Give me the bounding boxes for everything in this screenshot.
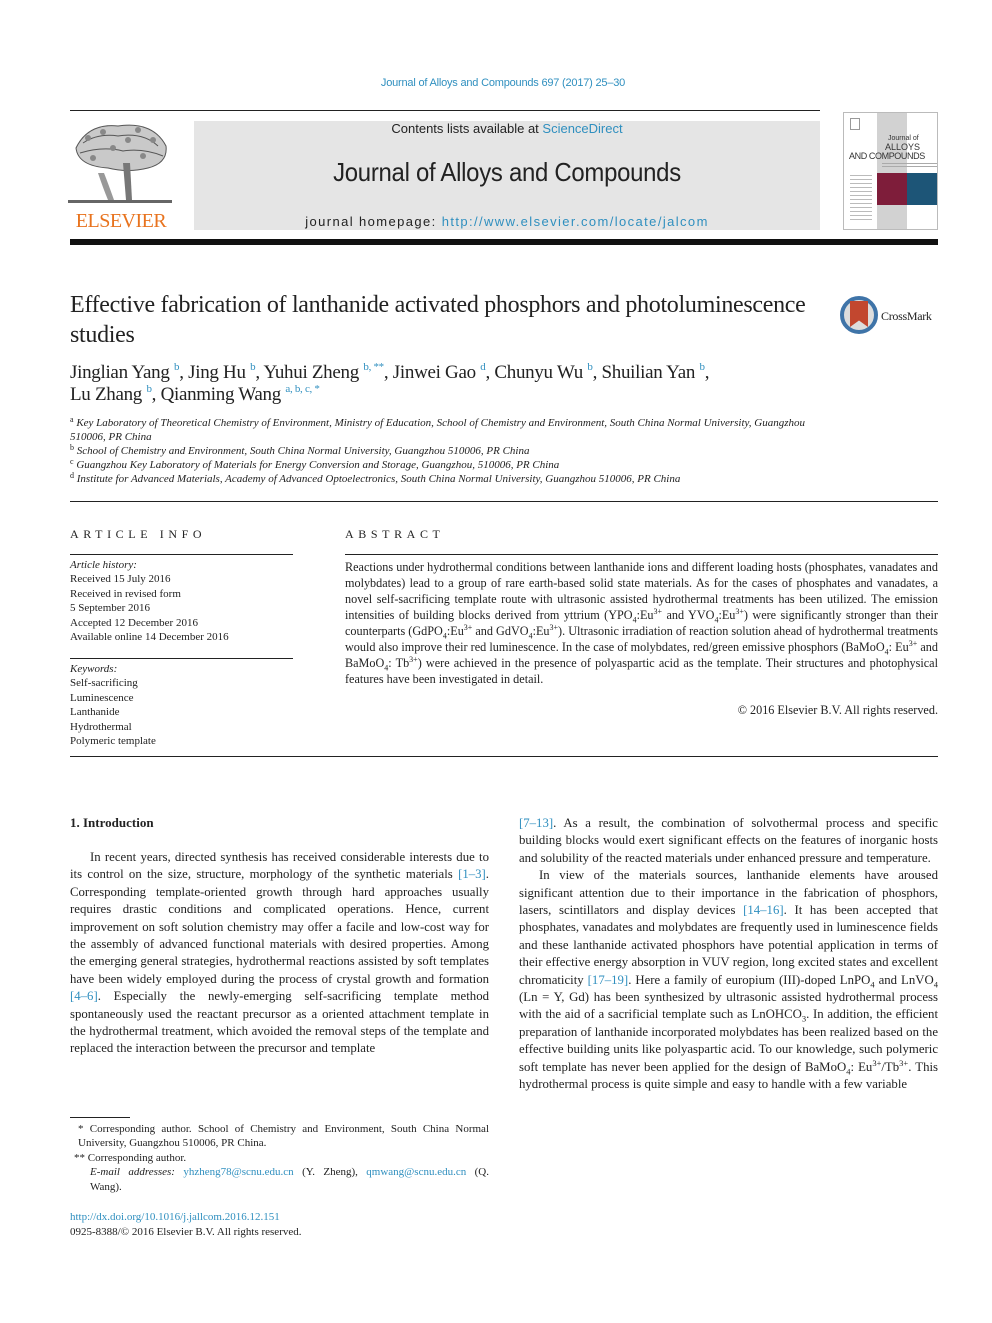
journal-citation[interactable]: Journal of Alloys and Compounds 697 (201… bbox=[0, 77, 992, 89]
author[interactable]: Lu Zhang bbox=[70, 384, 142, 405]
keyword: Luminescence bbox=[70, 691, 134, 704]
cover-subtitle-lines bbox=[882, 163, 937, 169]
keyword: Self-sacrificing bbox=[70, 677, 138, 690]
crossmark-button[interactable]: CrossMark bbox=[840, 296, 940, 336]
affiliation-letter: d bbox=[70, 471, 74, 480]
cover-grey-band bbox=[877, 113, 907, 229]
keywords-label: Keywords: bbox=[70, 663, 118, 675]
email-label: E-mail addresses: bbox=[90, 1166, 184, 1179]
author[interactable]: Yuhui Zheng bbox=[264, 362, 360, 383]
affiliation-mark[interactable]: d bbox=[480, 361, 486, 373]
affiliation-mark[interactable]: b bbox=[146, 383, 152, 395]
history-item: Accepted 12 December 2016 bbox=[70, 616, 198, 629]
cover-blue-block bbox=[907, 173, 937, 205]
header-thick-rule bbox=[70, 239, 938, 245]
paragraph-continued: [7–13]. As a result, the combination of … bbox=[519, 816, 938, 865]
reference-link[interactable]: [14–16] bbox=[743, 903, 784, 917]
footnote-corresponding-1: * Corresponding author. School of Chemis… bbox=[78, 1123, 489, 1150]
divider bbox=[70, 501, 938, 502]
affiliation-mark[interactable]: a, b, c, * bbox=[285, 383, 320, 395]
reference-link[interactable]: [4–6] bbox=[70, 989, 98, 1003]
footnotes: * Corresponding author. School of Chemis… bbox=[70, 1122, 489, 1194]
reference-link[interactable]: [1–3] bbox=[458, 867, 486, 881]
header-rule bbox=[70, 110, 820, 111]
article-info-heading: ARTICLE INFO bbox=[70, 527, 207, 541]
cover-publisher-icon bbox=[850, 118, 860, 130]
affiliation-mark[interactable]: b bbox=[250, 361, 256, 373]
history-item: Available online 14 December 2016 bbox=[70, 631, 229, 644]
paragraph: In view of the materials sources, lantha… bbox=[519, 868, 939, 1092]
affiliation-mark[interactable]: b bbox=[587, 361, 593, 373]
homepage-line: journal homepage: http://www.elsevier.co… bbox=[194, 214, 820, 229]
affiliation-letter: a bbox=[70, 415, 74, 424]
history-label: Article history: bbox=[70, 559, 137, 571]
affiliation-text: Institute for Advanced Materials, Academ… bbox=[76, 473, 681, 485]
issn-line: 0925-8388/© 2016 Elsevier B.V. All right… bbox=[70, 1226, 302, 1238]
affiliation-letter: b bbox=[70, 443, 74, 452]
divider bbox=[345, 554, 938, 555]
affiliation-item: d Institute for Advanced Materials, Acad… bbox=[70, 472, 830, 486]
footnote-rule bbox=[70, 1117, 130, 1118]
history-item: Received in revised form bbox=[70, 587, 181, 600]
homepage-prefix: journal homepage: bbox=[305, 214, 442, 229]
affiliation-mark[interactable]: b bbox=[174, 361, 180, 373]
keyword: Hydrothermal bbox=[70, 720, 132, 733]
author[interactable]: Chunyu Wu bbox=[494, 362, 583, 383]
affiliation-letter: c bbox=[70, 457, 74, 466]
abstract-body: Reactions under hydrothermal conditions … bbox=[345, 560, 938, 686]
divider bbox=[70, 756, 938, 757]
section-heading-introduction: 1. Introduction bbox=[70, 815, 154, 830]
keyword: Lanthanide bbox=[70, 706, 120, 719]
affiliation-item: b School of Chemistry and Environment, S… bbox=[70, 444, 830, 458]
reference-link[interactable]: [7–13] bbox=[519, 816, 553, 830]
cover-contents-lines bbox=[850, 175, 872, 223]
author-list: Jinglian Yang b, Jing Hu b, Yuhui Zheng … bbox=[70, 361, 710, 406]
affiliation-text: School of Chemistry and Environment, Sou… bbox=[76, 445, 530, 457]
author[interactable]: Jing Hu bbox=[188, 362, 246, 383]
footnote-emails: E-mail addresses: yhzheng78@scnu.edu.cn … bbox=[90, 1166, 489, 1193]
body-column-left: In recent years, directed synthesis has … bbox=[70, 849, 489, 1058]
abstract-copyright: © 2016 Elsevier B.V. All rights reserved… bbox=[737, 703, 938, 717]
email-link[interactable]: yhzheng78@scnu.edu.cn bbox=[183, 1166, 293, 1178]
author[interactable]: Qianming Wang bbox=[161, 384, 282, 405]
journal-title: Journal of Alloys and Compounds bbox=[333, 157, 681, 187]
sciencedirect-link[interactable]: ScienceDirect bbox=[542, 121, 622, 136]
affiliation-item: a Key Laboratory of Theoretical Chemistr… bbox=[70, 416, 830, 444]
cover-title-3: AND COMPOUNDS bbox=[849, 151, 925, 161]
keywords: Keywords: Self-sacrificing Luminescence … bbox=[70, 662, 293, 748]
elsevier-wordmark: ELSEVIER bbox=[75, 210, 167, 232]
affiliation-text: Guangzhou Key Laboratory of Materials fo… bbox=[76, 459, 560, 471]
affiliations: a Key Laboratory of Theoretical Chemistr… bbox=[70, 416, 830, 486]
cover-title-1: Journal of bbox=[888, 135, 919, 142]
affiliation-text: Key Laboratory of Theoretical Chemistry … bbox=[70, 417, 806, 443]
history-item: 5 September 2016 bbox=[70, 602, 151, 615]
article-history: Article history: Received 15 July 2016 R… bbox=[70, 558, 293, 644]
footnote-corresponding-2: ** Corresponding author. bbox=[74, 1151, 187, 1164]
paragraph: In recent years, directed synthesis has … bbox=[70, 850, 489, 1056]
homepage-link[interactable]: http://www.elsevier.com/locate/jalcom bbox=[442, 214, 709, 229]
history-item: Received 15 July 2016 bbox=[70, 573, 171, 586]
abstract-heading: ABSTRACT bbox=[345, 527, 445, 541]
contents-prefix: Contents lists available at bbox=[391, 121, 543, 136]
paper-title: Effective fabrication of lanthanide acti… bbox=[70, 292, 806, 348]
author[interactable]: Jinwei Gao bbox=[393, 362, 476, 383]
cover-red-block bbox=[877, 173, 907, 205]
doi-block: http://dx.doi.org/10.1016/j.jallcom.2016… bbox=[70, 1210, 302, 1240]
divider bbox=[70, 554, 293, 555]
journal-cover-thumbnail[interactable]: Journal of ALLOYS AND COMPOUNDS bbox=[843, 112, 938, 230]
author[interactable]: Shuilian Yan bbox=[602, 362, 696, 383]
crossmark-label: CrossMark bbox=[881, 309, 932, 323]
body-column-right: [7–13]. As a result, the combination of … bbox=[519, 815, 938, 1094]
author[interactable]: Jinglian Yang bbox=[70, 362, 170, 383]
reference-link[interactable]: [17–19] bbox=[588, 973, 629, 987]
doi-link[interactable]: http://dx.doi.org/10.1016/j.jallcom.2016… bbox=[70, 1211, 280, 1223]
email-link[interactable]: qmwang@scnu.edu.cn bbox=[366, 1166, 466, 1178]
affiliation-item: c Guangzhou Key Laboratory of Materials … bbox=[70, 458, 830, 472]
keyword: Polymeric template bbox=[70, 735, 156, 748]
affiliation-mark[interactable]: b bbox=[700, 361, 706, 373]
divider bbox=[70, 658, 293, 659]
affiliation-mark[interactable]: b, ** bbox=[363, 361, 384, 373]
contents-line: Contents lists available at ScienceDirec… bbox=[194, 121, 820, 136]
